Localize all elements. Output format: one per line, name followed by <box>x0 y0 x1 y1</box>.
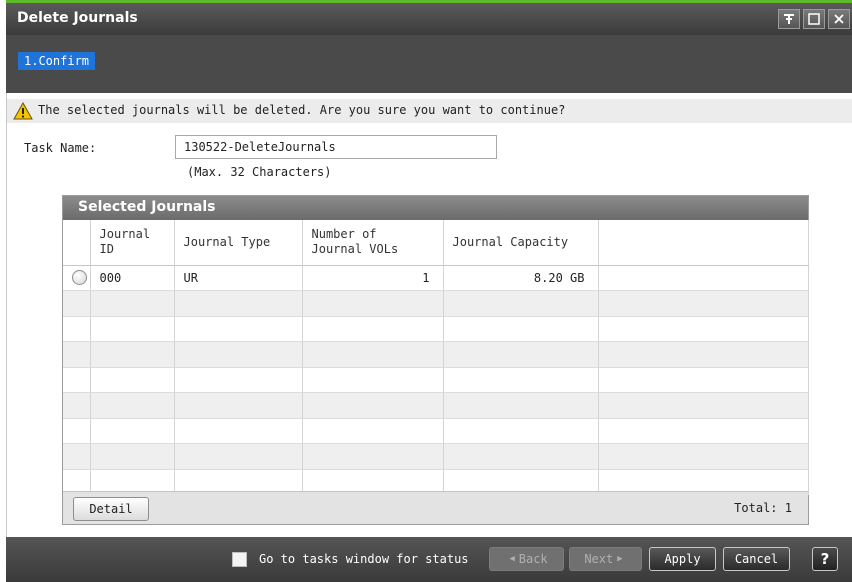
warning-text: The selected journals will be deleted. A… <box>38 103 566 117</box>
chevron-left-icon: ◀ <box>509 554 515 564</box>
empty-row <box>63 290 809 317</box>
wizard-steps: 1.Confirm <box>6 35 852 93</box>
back-label: Back <box>518 552 548 566</box>
journal-type-cell: UR <box>174 265 303 291</box>
dialog-content: The selected journals will be deleted. A… <box>6 93 852 537</box>
row-radio-button[interactable] <box>72 270 87 286</box>
warning-bar: The selected journals will be deleted. A… <box>7 99 852 123</box>
task-name-input[interactable] <box>175 135 497 159</box>
column-header-capacity[interactable]: Journal Capacity <box>443 220 599 266</box>
total-label: Total: <box>734 501 778 515</box>
empty-row <box>63 443 809 470</box>
step-confirm: 1.Confirm <box>18 52 96 70</box>
table-row[interactable]: 000 UR 1 8.20 GB <box>63 265 809 291</box>
column-header-journal-id[interactable]: Journal ID <box>90 220 175 266</box>
num-vols-cell: 1 <box>302 265 444 291</box>
chevron-right-icon: ▶ <box>617 554 623 564</box>
task-name-hint: (Max. 32 Characters) <box>187 165 332 179</box>
next-label: Next <box>584 552 614 566</box>
journal-id-cell: 000 <box>90 265 175 291</box>
empty-row <box>63 418 809 444</box>
panel-title: Selected Journals <box>63 196 808 220</box>
window-controls <box>778 9 850 29</box>
total-value: 1 <box>784 501 792 515</box>
row-select-cell[interactable] <box>63 265 91 291</box>
maximize-icon[interactable] <box>803 9 825 29</box>
apply-button[interactable]: Apply <box>649 547 716 571</box>
pin-icon[interactable] <box>778 9 800 29</box>
capacity-cell: 8.20 GB <box>443 265 599 291</box>
spacer-cell <box>598 265 809 291</box>
dialog-title: Delete Journals <box>17 10 138 26</box>
warning-icon <box>13 102 33 120</box>
detail-button[interactable]: Detail <box>73 497 149 521</box>
column-header-spacer <box>598 220 809 266</box>
journals-table: Journal ID Journal Type Number of Journa… <box>63 220 809 495</box>
dialog-titlebar: Delete Journals <box>6 3 852 35</box>
table-footer: Detail Total: 1 <box>63 491 808 524</box>
empty-row <box>63 367 809 393</box>
column-header-journal-type[interactable]: Journal Type <box>174 220 303 266</box>
empty-row <box>63 316 809 342</box>
column-header-num-vols[interactable]: Number of Journal VOLs <box>302 220 444 266</box>
column-header-select <box>63 220 91 266</box>
table-header-row: Journal ID Journal Type Number of Journa… <box>63 220 809 266</box>
next-button[interactable]: Next ▶ <box>569 547 642 571</box>
help-icon[interactable]: ? <box>812 547 838 571</box>
dialog-footer: Go to tasks window for status ◀ Back Next… <box>6 537 852 582</box>
task-name-label: Task Name: <box>24 141 97 155</box>
goto-tasks-label[interactable]: Go to tasks window for status <box>259 552 469 566</box>
goto-tasks-checkbox[interactable] <box>232 552 247 567</box>
empty-row <box>63 392 809 419</box>
cancel-button[interactable]: Cancel <box>723 547 790 571</box>
selected-journals-panel: Selected Journals Journal ID Journal Typ… <box>62 195 809 525</box>
close-icon[interactable] <box>828 9 850 29</box>
empty-row <box>63 341 809 368</box>
back-button[interactable]: ◀ Back <box>489 547 564 571</box>
total-count: Total: 1 <box>734 501 792 515</box>
